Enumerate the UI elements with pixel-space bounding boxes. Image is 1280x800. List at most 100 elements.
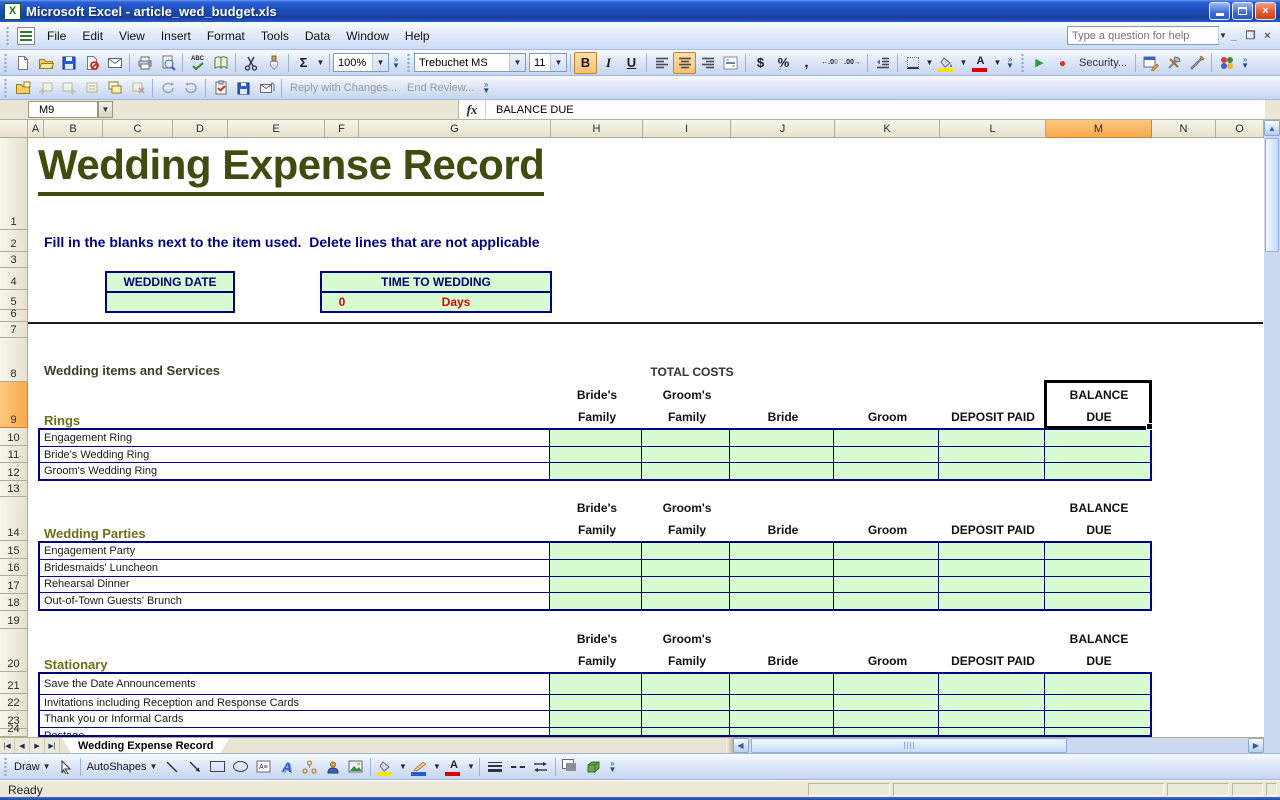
reply-with-changes-button[interactable]: Reply with Changes... <box>285 80 402 96</box>
menu-insert[interactable]: Insert <box>153 25 199 47</box>
expense-cell[interactable] <box>549 593 641 609</box>
section-name-rings[interactable]: Rings <box>44 407 80 428</box>
expense-cell[interactable] <box>549 447 641 463</box>
header-grooms-family[interactable]: Groom'sFamily <box>643 628 731 672</box>
previous-comment-button[interactable] <box>34 77 57 99</box>
item-cell[interactable]: Bride's Wedding Ring <box>40 447 549 463</box>
new-document-button[interactable] <box>11 52 34 74</box>
expense-cell[interactable] <box>938 543 1044 559</box>
font-name-dropdown-icon[interactable]: ▼ <box>509 54 525 71</box>
vb-toolbar-options[interactable]: »▼ <box>1238 50 1252 75</box>
save-version-button[interactable] <box>232 77 255 99</box>
draw-font-color-dropdown-icon[interactable]: ▼ <box>465 756 476 778</box>
permission-button[interactable] <box>80 52 103 74</box>
currency-button[interactable]: $ <box>749 52 772 74</box>
fill-color-button[interactable] <box>935 52 958 74</box>
expense-cell[interactable] <box>833 674 938 694</box>
column-header-D[interactable]: D <box>173 120 228 138</box>
next-sheet-button[interactable]: ▶ <box>30 738 45 753</box>
column-header-G[interactable]: G <box>359 120 551 138</box>
formatting-toolbar-options[interactable]: »▼ <box>1003 50 1017 75</box>
draw-fill-color-button[interactable] <box>374 756 397 778</box>
expense-cell[interactable] <box>833 728 938 737</box>
expense-cell[interactable] <box>938 560 1044 576</box>
row-header-8[interactable]: 8 <box>0 338 28 382</box>
expense-cell[interactable] <box>549 577 641 593</box>
expense-cell[interactable] <box>729 430 833 446</box>
align-left-button[interactable] <box>650 52 673 74</box>
expense-cell[interactable] <box>549 728 641 737</box>
expense-cell[interactable] <box>833 463 938 479</box>
menu-data[interactable]: Data <box>297 25 338 47</box>
minimize-button[interactable] <box>1209 2 1230 20</box>
reviewing-toolbar-options[interactable]: »▼ <box>479 76 493 99</box>
font-name-combo[interactable]: Trebuchet MS ▼ <box>414 53 526 72</box>
align-center-button[interactable] <box>673 52 696 74</box>
italic-button[interactable]: I <box>597 52 620 74</box>
expense-cell[interactable] <box>938 593 1044 609</box>
underline-button[interactable]: U <box>620 52 643 74</box>
expense-cell[interactable] <box>549 560 641 576</box>
script-editor-button[interactable] <box>1215 52 1238 74</box>
expense-cell[interactable] <box>641 593 729 609</box>
draw-line-color-dropdown-icon[interactable]: ▼ <box>431 756 442 778</box>
borders-dropdown-icon[interactable]: ▼ <box>924 52 935 74</box>
header-grooms-family[interactable]: Groom'sFamily <box>643 497 731 541</box>
horizontal-scroll-thumb[interactable] <box>751 738 1067 753</box>
item-cell[interactable]: Invitations including Reception and Resp… <box>40 695 549 710</box>
column-header-N[interactable]: N <box>1152 120 1216 138</box>
menu-view[interactable]: View <box>111 25 153 47</box>
row-header-22[interactable]: 22 <box>0 694 28 711</box>
percent-button[interactable]: % <box>772 52 795 74</box>
menu-help[interactable]: Help <box>397 25 438 47</box>
comma-style-button[interactable]: , <box>795 52 818 74</box>
first-sheet-button[interactable]: |◀ <box>0 738 15 753</box>
text-box-button[interactable]: A≡ <box>252 756 275 778</box>
expense-cell[interactable] <box>1044 577 1150 593</box>
expense-cell[interactable] <box>938 711 1044 727</box>
row-header-6[interactable]: 6 <box>0 310 28 322</box>
insert-picture-button[interactable] <box>344 756 367 778</box>
column-header-M[interactable]: M <box>1046 120 1152 138</box>
row-header-9[interactable]: 9 <box>0 382 28 428</box>
expense-cell[interactable] <box>729 447 833 463</box>
column-header-F[interactable]: F <box>325 120 359 138</box>
scroll-left-button[interactable]: ◀ <box>733 738 749 753</box>
expense-cell[interactable] <box>938 695 1044 710</box>
draw-line-color-button[interactable] <box>408 756 431 778</box>
item-cell[interactable]: Postage <box>40 728 549 737</box>
delete-comment-button[interactable] <box>126 77 149 99</box>
name-box[interactable]: M9 <box>28 101 98 118</box>
sheet-tab-active[interactable]: Wedding Expense Record <box>62 738 230 753</box>
expense-cell[interactable] <box>833 543 938 559</box>
row-header-19[interactable]: 19 <box>0 611 28 629</box>
header-deposit-paid[interactable]: DEPOSIT PAID <box>940 384 1046 428</box>
row-header-16[interactable]: 16 <box>0 559 28 576</box>
row-header-2[interactable]: 2 <box>0 230 28 252</box>
autosum-button[interactable]: Σ <box>292 52 315 74</box>
close-button[interactable]: × <box>1255 2 1276 20</box>
row-header-7[interactable]: 7 <box>0 322 28 338</box>
item-cell[interactable]: Rehearsal Dinner <box>40 577 549 593</box>
expense-cell[interactable] <box>1044 674 1150 694</box>
row-header-14[interactable]: 14 <box>0 497 28 541</box>
print-button[interactable] <box>133 52 156 74</box>
expense-cell[interactable] <box>833 593 938 609</box>
row-header-11[interactable]: 11 <box>0 446 28 463</box>
expense-cell[interactable] <box>1044 463 1150 479</box>
expense-cell[interactable] <box>1044 543 1150 559</box>
expense-cell[interactable] <box>641 674 729 694</box>
item-cell[interactable]: Engagement Ring <box>40 430 549 446</box>
item-cell[interactable]: Save the Date Announcements <box>40 674 549 694</box>
reject-change-button[interactable] <box>179 77 202 99</box>
menu-tools[interactable]: Tools <box>253 25 297 47</box>
fill-color-dropdown-icon[interactable]: ▼ <box>958 52 969 74</box>
column-header-L[interactable]: L <box>940 120 1046 138</box>
oval-button[interactable] <box>229 756 252 778</box>
toolbar-grip[interactable] <box>3 54 8 72</box>
expense-cell[interactable] <box>1044 711 1150 727</box>
doc-close-button[interactable]: × <box>1259 30 1276 42</box>
expense-cell[interactable] <box>938 430 1044 446</box>
expense-cell[interactable] <box>729 728 833 737</box>
expense-cell[interactable] <box>938 447 1044 463</box>
